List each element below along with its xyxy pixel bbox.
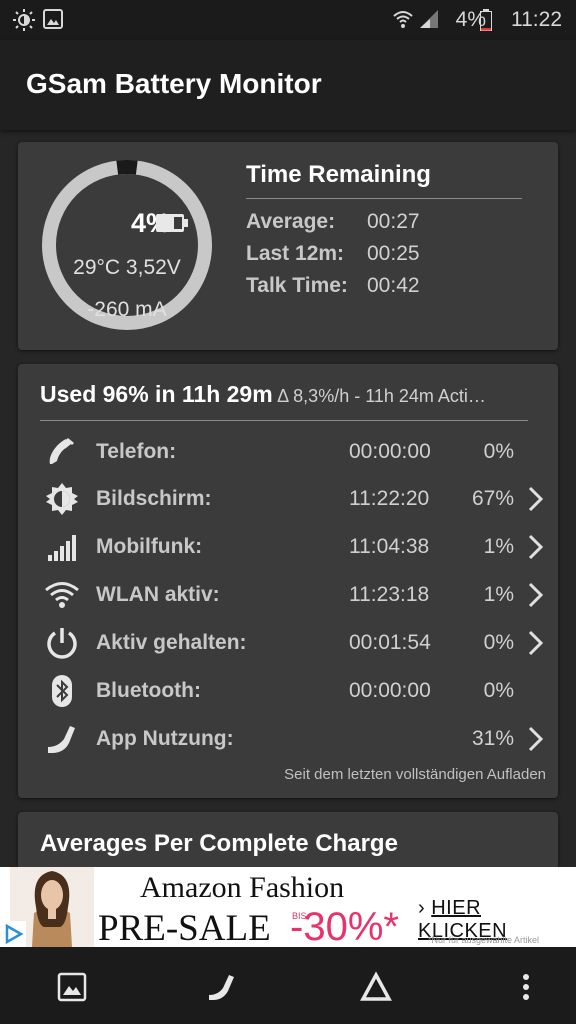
bottom-nav [0,947,576,1024]
app-bar: GSam Battery Monitor [0,40,576,130]
divider [40,420,528,421]
more-vert-icon[interactable] [510,971,542,1003]
row-label: Telefon: [96,440,177,463]
app-title: GSam Battery Monitor [26,68,322,99]
ad-discount: -30%* [290,905,399,947]
row-percent: 0% [483,679,514,702]
status-bar: 4% 11:22 [0,0,576,40]
chevron-right-icon[interactable] [526,486,544,512]
usage-row-bildschirm[interactable]: Bildschirm: 11:22:20 67% [18,477,558,521]
usage-row-mobilfunk[interactable]: Mobilfunk: 11:04:38 1% [18,525,558,569]
app-usage-icon [48,726,75,753]
row-percent: 31% [471,727,514,750]
row-label: Bildschirm: [96,487,212,510]
brightness-icon [13,9,35,31]
usage-row-wlan[interactable]: WLAN aktiv: 11:23:18 1% [18,573,558,617]
row-percent: 1% [483,583,514,606]
current-draw: -260 mA [87,298,167,321]
usage-row-telefon[interactable]: Telefon: 00:00:00 0% [18,430,558,474]
usage-title: Used 96% in 11h 29m [40,381,273,407]
usage-header: Used 96% in 11h 29m Δ 8,3%/h - 11h 24m A… [40,381,486,408]
chevron-right-icon[interactable] [526,726,544,752]
ad-note: *Nur für ausgewählte Artikel [428,935,540,945]
ad-choices-icon[interactable] [0,921,26,947]
row-label: Last 12m: [246,242,345,265]
time-remaining-title: Time Remaining [246,161,431,188]
chevron-right-icon[interactable] [526,582,544,608]
row-label: Mobilfunk: [96,535,203,558]
divider [246,198,522,199]
row-time: 11:04:38 [349,535,430,558]
gallery-icon[interactable] [56,971,88,1003]
row-percent: 67% [471,487,514,510]
averages-title: Averages Per Complete Charge [40,830,398,857]
row-label: Talk Time: [246,274,348,297]
usage-row-bluetooth[interactable]: Bluetooth: 00:00:00 0% [18,669,558,713]
gauge-readout: 4% 29°C 3,52V -260 mA [40,158,214,332]
row-time: 00:00:00 [349,679,431,702]
row-label: Aktiv gehalten: [96,631,247,654]
chevron-right-icon: › [418,897,426,919]
row-label: Average: [246,210,336,233]
phone-icon [49,438,74,464]
ad-brand: Amazon Fashion [140,871,345,904]
row-time: 00:00:00 [349,440,431,463]
battery-icon [156,214,188,232]
row-percent: 1% [483,535,514,558]
time-remaining-row: Last 12m: 00:25 [246,242,420,266]
row-label: Bluetooth: [96,679,201,702]
row-percent: 0% [483,631,514,654]
row-time: 11:23:18 [349,583,430,606]
row-value: 00:27 [367,210,420,233]
time-remaining-row: Talk Time: 00:42 [246,274,420,298]
status-clock: 11:22 [511,8,562,31]
row-label: App Nutzung: [96,727,234,750]
wifi-icon [393,11,413,28]
row-time: 00:01:54 [349,631,431,654]
row-value: 00:25 [367,242,420,265]
usage-subtitle: Δ 8,3%/h - 11h 24m Acti… [277,386,486,406]
battery-status-card[interactable]: 4% 29°C 3,52V -260 mA Time Remaining Ave… [18,142,558,350]
time-remaining-row: Average: 00:27 [246,210,420,234]
delta-icon[interactable] [360,971,392,1003]
app-usage-icon[interactable] [206,971,238,1003]
row-label: WLAN aktiv: [96,583,220,606]
row-time: 11:22:20 [349,487,430,510]
gallery-icon [43,9,63,29]
usage-row-aktiv-gehalten[interactable]: Aktiv gehalten: 00:01:54 0% [18,621,558,665]
temperature-voltage: 29°C 3,52V [73,256,181,279]
usage-card: Used 96% in 11h 29m Δ 8,3%/h - 11h 24m A… [18,364,558,798]
battery-icon [480,9,492,31]
power-icon [47,628,77,659]
bluetooth-icon [52,675,72,707]
chevron-right-icon[interactable] [526,630,544,656]
usage-footer-note: Seit dem letzten vollständigen Aufladen [284,766,546,783]
row-percent: 0% [483,440,514,463]
ad-banner[interactable]: Amazon Fashion PRE-SALE BIS -30%* › HIER… [0,867,576,947]
chevron-right-icon[interactable] [526,534,544,560]
signal-icon [420,10,438,28]
cell-signal-icon [48,535,76,561]
ad-headline: PRE-SALE [98,908,271,947]
screen-brightness-icon [46,483,78,515]
wifi-icon [45,582,79,608]
battery-percent: 4% [130,208,170,238]
usage-row-app-nutzung[interactable]: App Nutzung: 31% [18,717,558,761]
row-value: 00:42 [367,274,420,297]
